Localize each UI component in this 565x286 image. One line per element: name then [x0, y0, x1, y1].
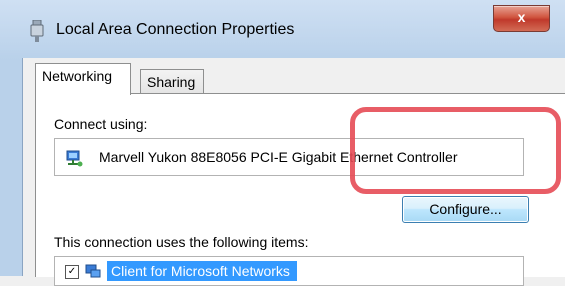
close-icon: x	[517, 9, 526, 25]
close-button[interactable]: x	[493, 5, 550, 32]
window-title: Local Area Connection Properties	[56, 21, 295, 38]
connect-using-label: Connect using:	[54, 116, 148, 132]
item-checkbox[interactable]: ✓	[65, 265, 79, 279]
list-item[interactable]: Client for Microsoft Networks	[107, 261, 297, 281]
list-item-label: Client for Microsoft Networks	[111, 263, 290, 279]
tab-sharing[interactable]: Sharing	[140, 69, 204, 95]
highlight-annotation	[350, 107, 561, 194]
network-cable-icon	[30, 20, 44, 42]
network-adapter-icon	[66, 150, 83, 167]
network-client-icon	[85, 264, 101, 278]
title-bar[interactable]: Local Area Connection Properties x	[0, 0, 565, 58]
configure-button[interactable]: Configure...	[402, 196, 529, 223]
properties-window: Local Area Connection Properties x Netwo…	[0, 0, 565, 286]
items-list[interactable]: ✓ Client for Microsoft Networks	[54, 256, 524, 286]
tab-networking[interactable]: Networking	[35, 63, 131, 95]
items-label: This connection uses the following items…	[54, 234, 309, 250]
